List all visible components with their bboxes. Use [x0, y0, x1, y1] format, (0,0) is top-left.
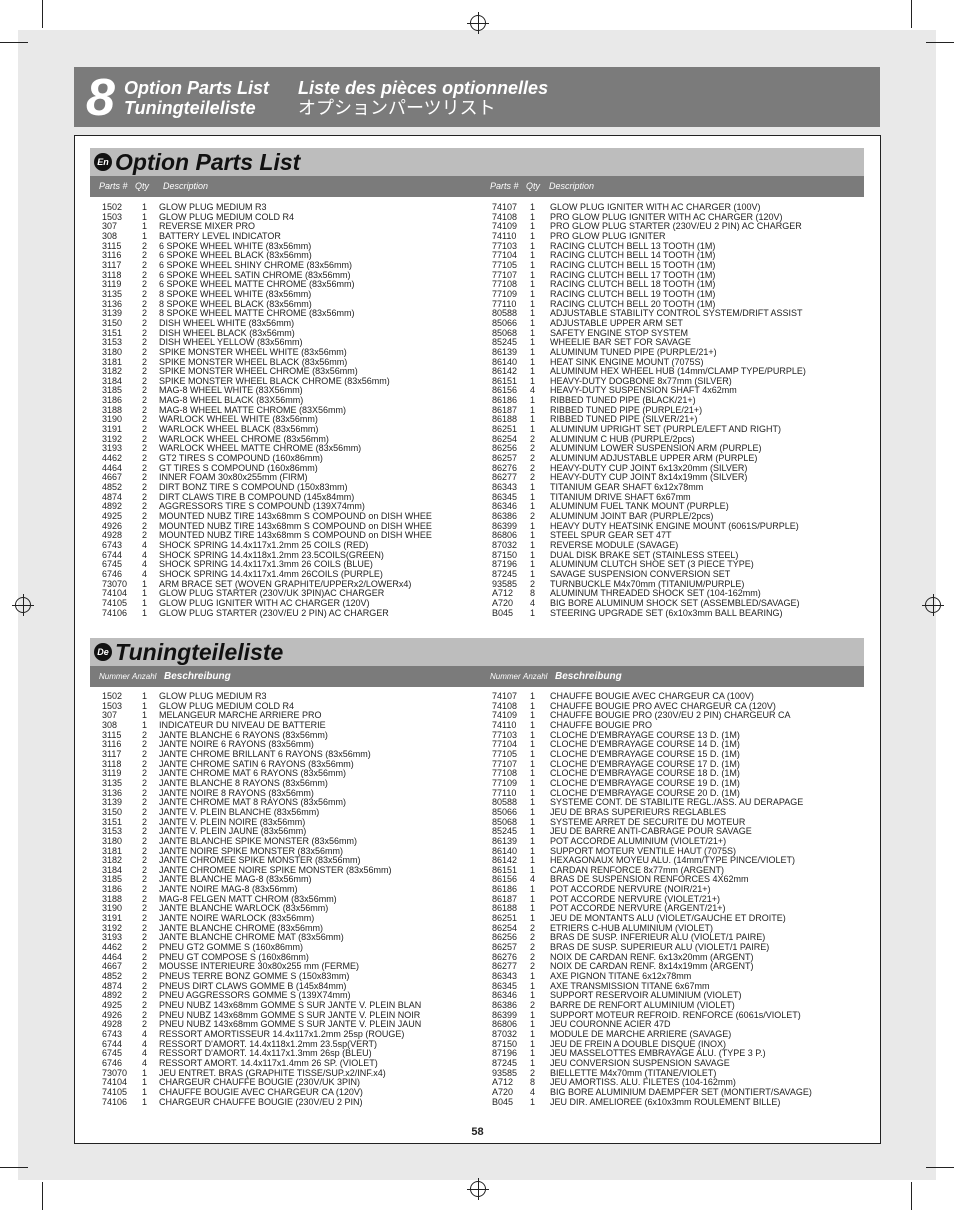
chapter-title-en: Option Parts List: [124, 78, 270, 98]
col-part: Nummer: [99, 672, 130, 681]
crop-mark: [911, 0, 912, 28]
col-desc: Description: [163, 181, 209, 191]
col-qty: Qty: [135, 181, 150, 191]
english-section-title: En Option Parts List: [90, 148, 864, 176]
description: JEU DIR. AMELIOREE (6x10x3mm ROULEMENT B…: [550, 1096, 781, 1107]
col-qty: Anzahl: [132, 672, 157, 681]
quantity: 1: [530, 607, 536, 618]
section-heading: Tuningteileliste: [115, 639, 284, 665]
registration-mark-bottom-icon: [467, 1178, 489, 1200]
col-desc: Beschreibung: [555, 671, 622, 682]
chapter-number: 8: [86, 69, 115, 127]
english-column-header: Parts # Qty Description Parts # Qty Desc…: [90, 176, 864, 197]
language-badge-en: En: [94, 153, 112, 171]
quantity: 1: [142, 1096, 148, 1107]
crop-mark: [926, 42, 954, 43]
description: GLOW PLUG STARTER (230V/EU 2 PIN) AC CHA…: [159, 607, 389, 618]
registration-mark-left-icon: [12, 594, 34, 616]
chapter-title-fr: Liste des pièces optionnelles: [298, 78, 549, 98]
registration-mark-right-icon: [922, 594, 944, 616]
col-desc: Beschreibung: [164, 671, 231, 682]
col-part: Parts #: [99, 181, 128, 191]
part-number: 74106: [102, 1096, 128, 1107]
crop-mark: [42, 1182, 43, 1210]
col-part: Nummer: [490, 672, 521, 681]
section-heading: Option Parts List: [115, 149, 301, 175]
col-part: Parts #: [490, 181, 519, 191]
description: STEERING UPGRADE SET (6x10x3mm BALL BEAR…: [550, 607, 783, 618]
chapter-title-jp: オプションパーツリスト: [298, 98, 496, 118]
crop-mark: [42, 0, 43, 28]
german-column-header: Nummer Anzahl Beschreibung Nummer Anzahl…: [90, 666, 864, 687]
part-number: B045: [492, 607, 514, 618]
part-number: 74106: [102, 607, 128, 618]
chapter-title-de: Tuningteileliste: [124, 98, 256, 118]
language-badge-de: De: [94, 643, 112, 661]
chapter-header: 8 Option Parts List Tuningteileliste Lis…: [74, 67, 880, 127]
quantity: 1: [530, 1096, 536, 1107]
content-box: En Option Parts List Parts # Qty Descrip…: [74, 135, 881, 1144]
crop-mark: [0, 1167, 28, 1168]
quantity: 1: [142, 607, 148, 618]
registration-mark-top-icon: [467, 12, 489, 34]
description: CHARGEUR CHAUFFE BOUGIE (230V/EU 2 PIN): [159, 1096, 363, 1107]
col-qty: Qty: [526, 181, 541, 191]
crop-mark: [0, 42, 28, 43]
crop-mark: [926, 1167, 954, 1168]
col-qty: Anzahl: [523, 672, 548, 681]
col-desc: Description: [549, 181, 595, 191]
part-number: B045: [492, 1096, 514, 1107]
crop-mark: [911, 1182, 912, 1210]
page-number: 58: [471, 1126, 484, 1138]
german-section-title: De Tuningteileliste: [90, 638, 864, 666]
